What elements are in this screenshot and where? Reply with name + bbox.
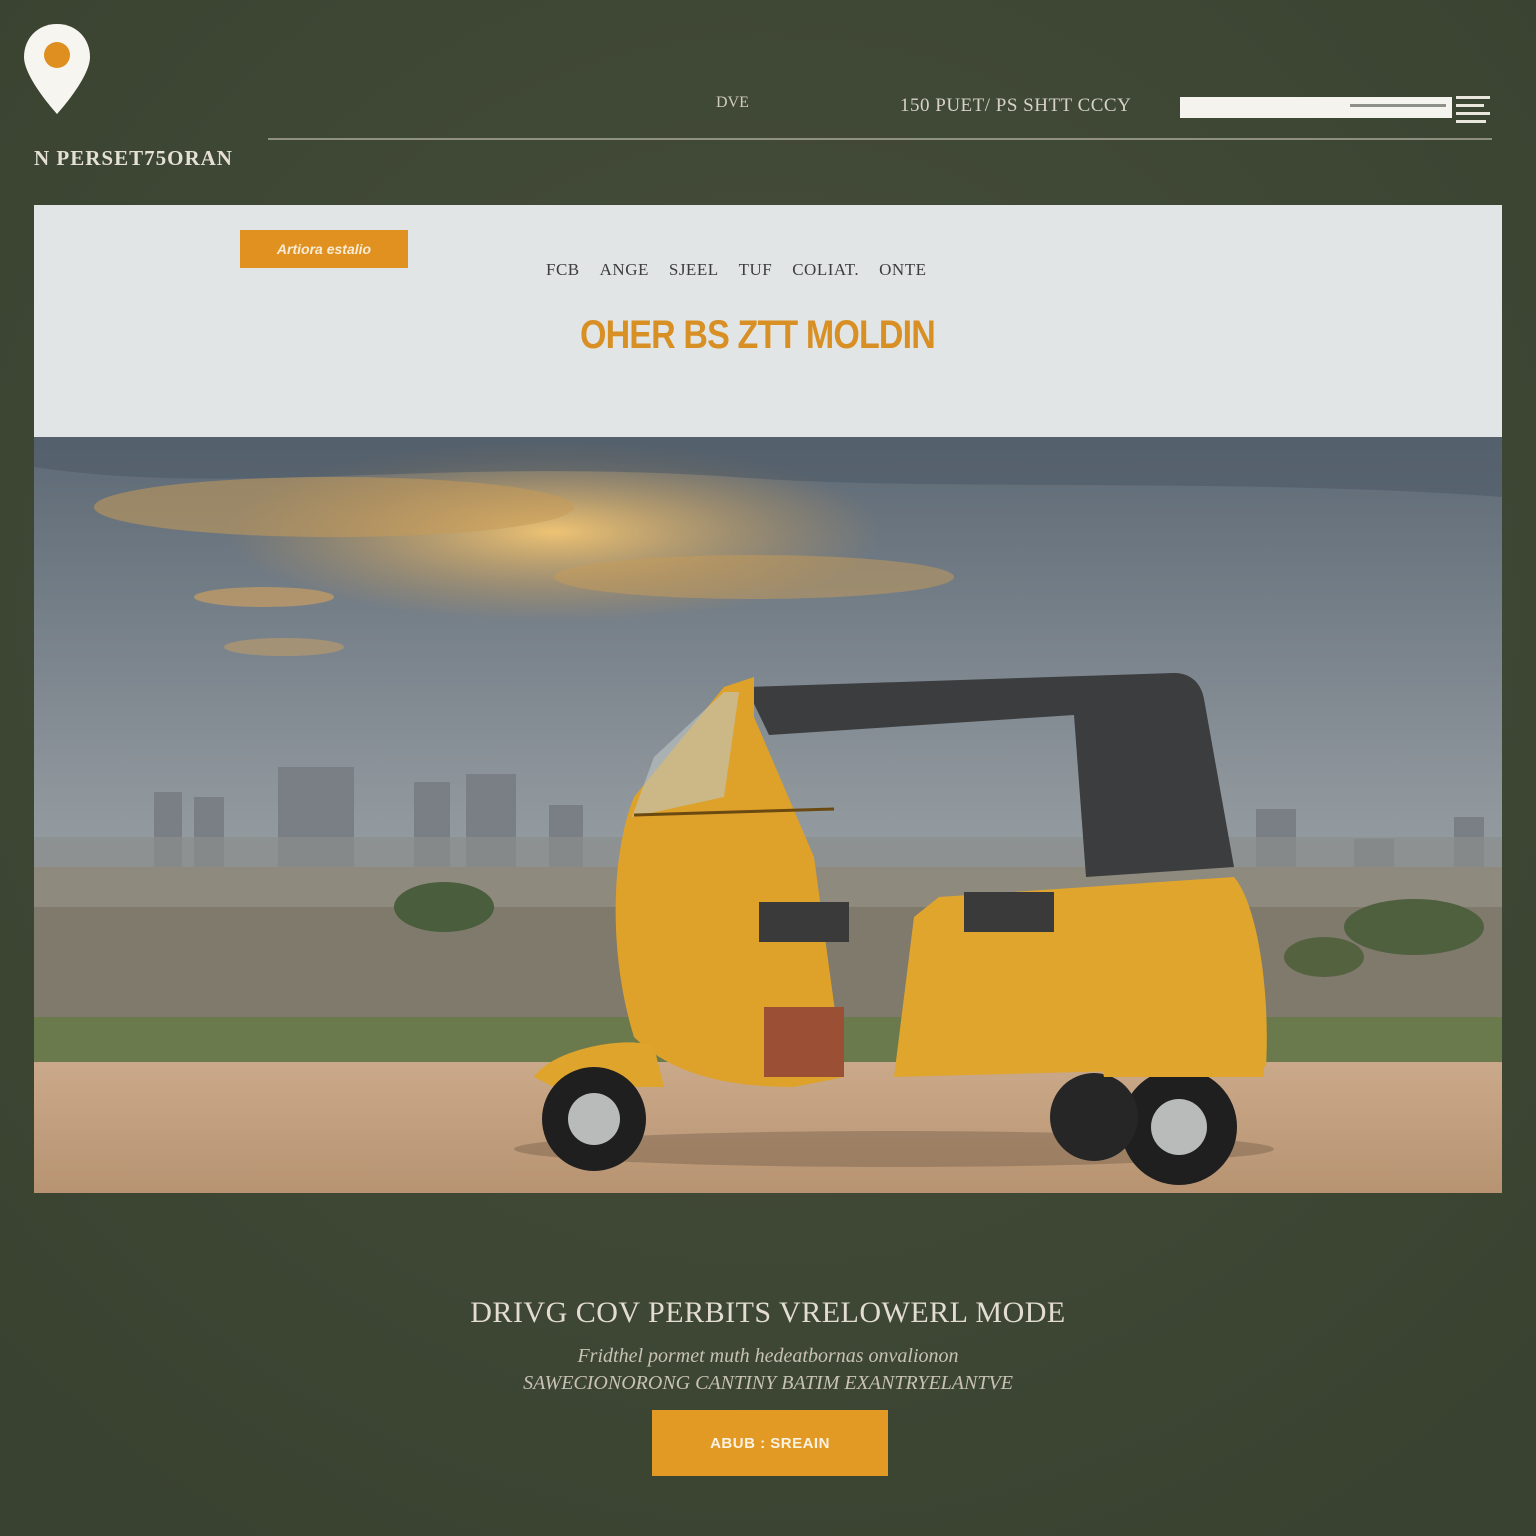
card-header: Artiora estalio FCB ANGE SJEEL TUF COLIA…: [34, 205, 1502, 437]
category-link[interactable]: FCB: [546, 260, 580, 280]
header-divider: [268, 138, 1492, 140]
category-tag-button[interactable]: Artiora estalio: [240, 230, 408, 268]
category-link[interactable]: TUF: [739, 260, 773, 280]
search-input[interactable]: [1180, 97, 1452, 118]
hero-image-auto-rickshaw: [34, 437, 1502, 1193]
brand-name[interactable]: N PERSET75ORAN: [34, 146, 233, 171]
category-link[interactable]: ONTE: [879, 260, 926, 280]
category-link[interactable]: SJEEL: [669, 260, 719, 280]
cta-button[interactable]: ABUB : SREAIN: [652, 1410, 888, 1476]
menu-icon[interactable]: [1456, 96, 1490, 130]
footer-description-line2: SAWECIONORONG CANTINY BATIM EXANTRYELANT…: [523, 1372, 1013, 1394]
nav-item-one[interactable]: DVE: [716, 94, 749, 112]
search-cursor-line: [1350, 104, 1446, 107]
category-link[interactable]: ANGE: [600, 260, 649, 280]
footer-description-line1: Fridthel pormet muth hedeatbornas onvali…: [577, 1345, 959, 1367]
category-link[interactable]: COLIAT.: [792, 260, 859, 280]
hero-headline: OHER BS ZTT MOLDIN: [580, 313, 936, 357]
category-nav: FCB ANGE SJEEL TUF COLIAT. ONTE: [546, 260, 926, 280]
hero-card: Artiora estalio FCB ANGE SJEEL TUF COLIA…: [34, 205, 1502, 1193]
nav-item-two[interactable]: 150 PUET/ PS SHTT CCCY: [900, 95, 1131, 117]
footer-title: DRIVG COV PERBITS VRELOWERL MODE: [470, 1296, 1066, 1329]
location-pin-icon[interactable]: [22, 22, 92, 116]
